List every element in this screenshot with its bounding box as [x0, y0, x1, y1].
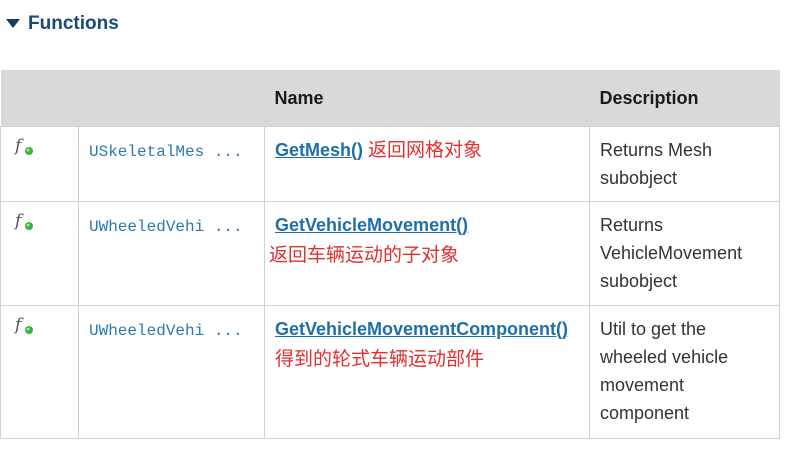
triangle-down-icon[interactable]: [4, 15, 22, 33]
function-link-getvehiclemovementcomponent[interactable]: GetVehicleMovementComponent(): [275, 319, 568, 339]
table-row: f UWheeledVehi ... GetVehicleMovement() …: [0, 201, 780, 306]
row-name-cell: GetMesh() 返回网格对象: [264, 126, 590, 202]
row-icon-cell: f: [0, 305, 79, 439]
row-type-cell: USkeletalMes ...: [78, 126, 265, 202]
svg-text:f: f: [13, 211, 24, 231]
row-type-cell: UWheeledVehi ...: [78, 305, 265, 439]
svg-text:f: f: [13, 136, 24, 156]
function-link-getmesh[interactable]: GetMesh(): [275, 140, 363, 160]
header-description: Description: [589, 70, 780, 127]
header-name: Name: [264, 70, 590, 127]
section-title: Functions: [28, 13, 119, 34]
annotation-text: 得到的轮式车辆运动部件: [275, 348, 485, 370]
row-description-cell: Util to get the wheeled vehicle movement…: [589, 305, 780, 439]
row-type-cell: UWheeledVehi ...: [78, 201, 265, 306]
header-icon: [0, 70, 79, 127]
functions-section-header[interactable]: Functions: [0, 8, 119, 40]
function-link-getvehiclemovement[interactable]: GetVehicleMovement(): [275, 215, 468, 235]
table-row: f UWheeledVehi ... GetVehicleMovementCom…: [0, 305, 780, 439]
row-description-cell: Returns Mesh subobject: [589, 126, 780, 202]
return-type: UWheeledVehi ...: [89, 322, 243, 340]
svg-text:f: f: [13, 315, 24, 335]
table-header-row: Name Description: [0, 70, 780, 127]
table-row: f USkeletalMes ... GetMesh() 返回网格对象 Retu…: [0, 126, 780, 202]
function-icon: f: [13, 136, 37, 158]
annotation-text: 返回网格对象: [368, 139, 483, 161]
row-name-cell: GetVehicleMovementComponent() 得到的轮式车辆运动部…: [264, 305, 590, 439]
functions-table: Name Description f USkeletalMes ... GetM…: [0, 70, 780, 439]
return-type: USkeletalMes ...: [89, 143, 243, 161]
return-type: UWheeledVehi ...: [89, 218, 243, 236]
row-description-cell: Returns VehicleMovement subobject: [589, 201, 780, 306]
row-icon-cell: f: [0, 126, 79, 202]
row-icon-cell: f: [0, 201, 79, 306]
function-icon: f: [13, 315, 37, 337]
function-icon: f: [13, 211, 37, 233]
annotation-text: 返回车辆运动的子对象: [269, 244, 460, 266]
row-name-cell: GetVehicleMovement() 返回车辆运动的子对象: [264, 201, 590, 306]
header-type: [78, 70, 265, 127]
